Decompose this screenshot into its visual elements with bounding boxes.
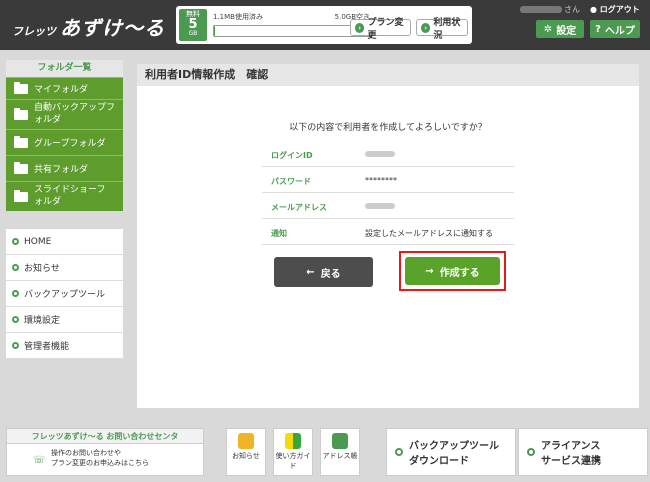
sidebar-item-slideshow-folder[interactable]: スライドショーフォルダ — [6, 181, 123, 211]
address-book-icon — [332, 433, 348, 449]
confirm-question: 以下の内容で利用者を作成してよろしいですか？ — [289, 123, 487, 133]
backup-tool-download-button[interactable]: バックアップツール ダウンロード — [386, 428, 516, 476]
tile-guide[interactable]: 使い方ガイド — [273, 428, 313, 476]
usage-text: 1.1MB使用済み — [213, 13, 263, 21]
confirm-row-password: パスワード ******** — [262, 167, 514, 193]
create-button-highlight: → 作成する — [399, 251, 506, 291]
logout-link[interactable]: ● ログアウト — [590, 4, 640, 15]
main-panel: 利用者ID情報作成 確認 以下の内容で利用者を作成してよろしいですか？ ログイン… — [137, 64, 639, 408]
main-menu: HOME お知らせ バックアップツール 環境設定 管理者機能 — [6, 229, 123, 359]
arrow-left-icon: ← — [306, 266, 315, 278]
circle-arrow-icon — [395, 448, 403, 456]
confirm-row-email: メールアドレス — [262, 193, 514, 219]
logo-small: フレッツ — [12, 25, 56, 38]
gear-icon: ✲ — [543, 23, 553, 35]
menu-item-preferences[interactable]: 環境設定 — [6, 307, 123, 333]
tile-address-book[interactable]: アドレス帳 — [320, 428, 360, 476]
usage-bar — [213, 25, 371, 37]
circle-arrow-icon — [12, 290, 19, 297]
contact-text: 操作のお問い合わせや プラン変更のお申込みはこちら — [51, 449, 149, 467]
sidebar-item-auto-backup-folder[interactable]: 自動バックアップフォルダ — [6, 99, 123, 129]
confirm-row-notify: 通知 設定したメールアドレスに通知する — [262, 219, 514, 245]
user-name: さん — [520, 4, 580, 15]
plan-badge: 無料 5 GB — [179, 9, 207, 41]
folder-icon — [14, 189, 28, 202]
menu-item-admin[interactable]: 管理者機能 — [6, 333, 123, 359]
app-logo[interactable]: フレッツ あずけ〜る — [12, 12, 165, 41]
arrow-right-icon: → — [425, 265, 434, 277]
megaphone-icon — [238, 433, 254, 449]
folder-icon — [14, 135, 28, 148]
page-title: 利用者ID情報作成 確認 — [137, 64, 639, 86]
alliance-service-button[interactable]: アライアンス サービス連携 — [518, 428, 648, 476]
usage-bar-fill — [214, 26, 215, 36]
sidebar-item-my-folder[interactable]: マイフォルダ — [6, 77, 123, 99]
folder-icon — [14, 161, 28, 174]
masked-value — [365, 151, 395, 157]
power-icon: ● — [590, 5, 597, 14]
menu-item-home[interactable]: HOME — [6, 229, 123, 255]
logo-large: あずけ〜る — [60, 16, 165, 40]
question-icon: ? — [595, 23, 601, 35]
help-button[interactable]: ? ヘルプ — [590, 20, 640, 38]
folder-sidebar: フォルダ一覧 マイフォルダ 自動バックアップフォルダ グループフォルダ 共有フォ… — [6, 60, 123, 211]
circle-arrow-icon — [527, 448, 535, 456]
sidebar-item-group-folder[interactable]: グループフォルダ — [6, 129, 123, 155]
phone-icon: ☏ — [33, 455, 46, 466]
circle-arrow-icon — [12, 342, 19, 349]
contact-title: フレッツあずけ〜る お問い合わせセンタ — [7, 429, 203, 444]
sidebar-item-shared-folder[interactable]: 共有フォルダ — [6, 155, 123, 181]
masked-value — [365, 203, 395, 209]
storage-panel: 無料 5 GB 1.1MB使用済み 5.0GB空き › プラン変更 › 利用状況 — [176, 6, 472, 44]
plan-change-button[interactable]: › プラン変更 — [350, 18, 411, 41]
usage-status-button[interactable]: › 利用状況 — [416, 18, 468, 41]
tile-news[interactable]: お知らせ — [226, 428, 266, 476]
create-button[interactable]: → 作成する — [405, 257, 500, 285]
folder-list-heading: フォルダ一覧 — [6, 60, 123, 77]
app-header: フレッツ あずけ〜る 無料 5 GB 1.1MB使用済み 5.0GB空き › プ… — [0, 0, 650, 50]
confirm-row-login-id: ログインID — [262, 141, 514, 167]
circle-arrow-icon — [12, 264, 19, 271]
folder-icon — [14, 81, 28, 94]
menu-item-news[interactable]: お知らせ — [6, 255, 123, 281]
circle-arrow-icon — [12, 316, 19, 323]
contact-center-box[interactable]: フレッツあずけ〜る お問い合わせセンタ ☏ 操作のお問い合わせや プラン変更のお… — [6, 428, 204, 476]
back-button[interactable]: ← 戻る — [274, 257, 373, 287]
menu-item-backup-tool[interactable]: バックアップツール — [6, 281, 123, 307]
arrow-right-icon: › — [355, 22, 365, 33]
folder-icon — [14, 107, 28, 120]
beginner-mark-icon — [285, 433, 301, 449]
settings-button[interactable]: ✲ 設定 — [536, 20, 584, 38]
user-area: さん ● ログアウト — [520, 4, 640, 15]
circle-arrow-icon — [12, 238, 19, 245]
arrow-right-icon: › — [421, 22, 431, 33]
